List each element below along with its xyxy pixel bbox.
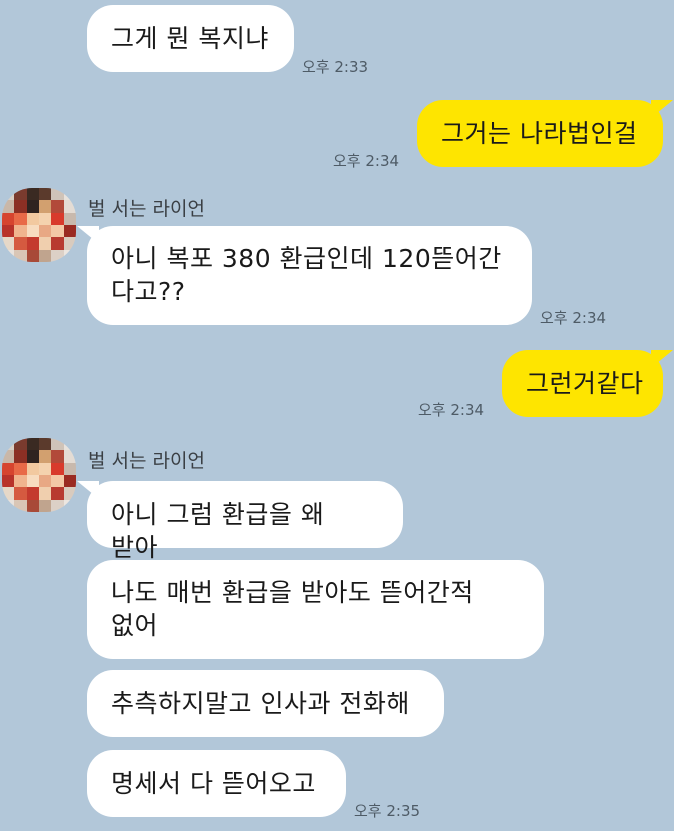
avatar-pixel xyxy=(26,237,39,250)
avatar-pixel xyxy=(26,499,39,512)
avatar-pixel xyxy=(2,438,15,451)
avatar-pixel xyxy=(14,438,27,451)
avatar-pixel xyxy=(2,462,15,475)
avatar-pixel xyxy=(2,188,15,201)
avatar-pixel xyxy=(38,462,52,475)
avatar-pixel xyxy=(63,450,76,463)
message-bubble-incoming[interactable]: 그게 뭔 복지냐 xyxy=(87,5,294,72)
avatar-pixel xyxy=(51,200,64,213)
avatar-pixel xyxy=(14,237,27,250)
avatar-pixel xyxy=(2,249,15,262)
avatar-pixel xyxy=(38,487,52,500)
message-timestamp: 오후 2:34 xyxy=(540,309,607,327)
avatar-pixel xyxy=(14,212,27,225)
avatar-pixel xyxy=(51,212,64,225)
avatar-pixel xyxy=(63,200,76,213)
avatar-pixel xyxy=(63,224,76,238)
avatar-pixel xyxy=(14,474,27,488)
avatar-pixel xyxy=(26,188,39,201)
avatar-pixel xyxy=(63,499,76,512)
avatar-pixel xyxy=(38,188,52,201)
message-timestamp: 오후 2:35 xyxy=(354,802,421,820)
avatar-pixel xyxy=(26,450,39,463)
avatar-pixel xyxy=(51,450,64,463)
avatar-pixel xyxy=(14,450,27,463)
avatar-pixel xyxy=(2,487,15,500)
avatar-pixel xyxy=(51,188,64,201)
avatar-pixel xyxy=(51,224,64,238)
message-bubble-outgoing[interactable]: 그런거같다 xyxy=(502,350,673,417)
avatar-pixel xyxy=(63,487,76,500)
avatar-pixel xyxy=(14,499,27,512)
sender-name: 벌 서는 라이언 xyxy=(88,198,205,220)
avatar-pixel xyxy=(2,499,15,512)
avatar-pixel xyxy=(2,237,15,250)
avatar-pixel xyxy=(2,200,15,213)
message-bubble-incoming[interactable]: 명세서 다 뜯어오고 xyxy=(87,750,346,817)
avatar-pixel xyxy=(63,462,76,475)
avatar-pixel xyxy=(2,450,15,463)
avatar-pixel xyxy=(63,212,76,225)
avatar-pixel xyxy=(51,499,64,512)
avatar-pixel xyxy=(51,462,64,475)
avatar-pixel xyxy=(26,462,39,475)
avatar-pixel xyxy=(14,487,27,500)
avatar-pixel xyxy=(63,438,76,451)
avatar-pixel xyxy=(14,200,27,213)
avatar-pixel xyxy=(26,474,39,488)
avatar-pixel xyxy=(51,249,64,262)
avatar-pixel xyxy=(2,212,15,225)
avatar-pixel xyxy=(14,462,27,475)
message-bubble-outgoing[interactable]: 그거는 나라법인걸 xyxy=(417,100,673,167)
message-timestamp: 오후 2:34 xyxy=(333,152,400,170)
avatar-pixel xyxy=(38,237,52,250)
avatar-pixel xyxy=(26,224,39,238)
sender-avatar[interactable] xyxy=(2,438,76,512)
avatar-pixel xyxy=(26,212,39,225)
avatar-pixel xyxy=(38,249,52,262)
avatar-pixel xyxy=(26,487,39,500)
avatar-pixel xyxy=(38,438,52,451)
avatar-pixel xyxy=(51,438,64,451)
message-bubble-incoming[interactable]: 아니 복포 380 환급인데 120뜯어간 다고?? xyxy=(77,226,532,325)
avatar-pixel xyxy=(38,200,52,213)
chat-room: 그게 뭔 복지냐 오후 2:33 그거는 나라법인걸 오후 2:34 벌 서는 … xyxy=(0,0,674,831)
avatar-pixel xyxy=(63,474,76,488)
avatar-pixel xyxy=(38,474,52,488)
avatar-pixel xyxy=(26,438,39,451)
avatar-pixel xyxy=(63,188,76,201)
avatar-pixel xyxy=(38,499,52,512)
avatar-pixel xyxy=(51,474,64,488)
avatar-pixel xyxy=(38,450,52,463)
message-timestamp: 오후 2:34 xyxy=(418,401,485,419)
avatar-pixel xyxy=(26,249,39,262)
sender-avatar[interactable] xyxy=(2,188,76,262)
avatar-pixel xyxy=(51,237,64,250)
avatar-pixel xyxy=(2,474,15,488)
avatar-pixel xyxy=(38,224,52,238)
avatar-pixel xyxy=(38,212,52,225)
avatar-pixel xyxy=(26,200,39,213)
avatar-pixel xyxy=(63,249,76,262)
avatar-pixel xyxy=(14,188,27,201)
message-timestamp: 오후 2:33 xyxy=(302,58,369,76)
avatar-pixel xyxy=(14,249,27,262)
avatar-pixel xyxy=(2,224,15,238)
avatar-pixel xyxy=(63,237,76,250)
message-bubble-incoming[interactable]: 추측하지말고 인사과 전화해 xyxy=(87,670,444,737)
message-bubble-incoming[interactable]: 아니 그럼 환급을 왜 받아 xyxy=(77,481,403,562)
sender-name: 벌 서는 라이언 xyxy=(88,450,205,472)
avatar-pixel xyxy=(14,224,27,238)
message-bubble-incoming[interactable]: 나도 매번 환급을 받아도 뜯어간적 없어 xyxy=(87,560,544,659)
avatar-pixel xyxy=(51,487,64,500)
